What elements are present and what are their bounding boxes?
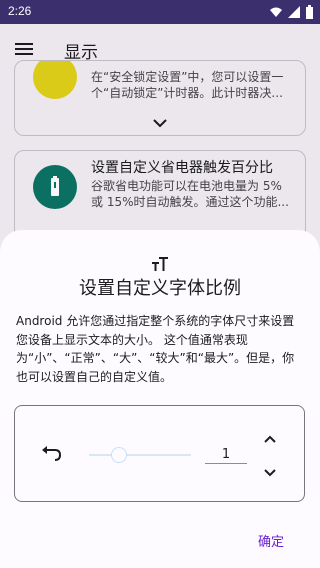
font-scale-control: 1 — [14, 405, 305, 502]
signal-icon — [288, 6, 300, 18]
status-bar: 2:26 — [0, 0, 320, 24]
status-icons — [269, 5, 314, 19]
font-scale-sheet: 设置自定义字体比例 Android 允许您通过指定整个系统的字体尺寸来设置您设备… — [0, 230, 320, 568]
wifi-icon — [270, 7, 282, 17]
font-scale-input[interactable]: 1 — [205, 447, 247, 464]
chevron-up-icon[interactable] — [263, 434, 277, 444]
chevron-down-icon[interactable] — [263, 468, 277, 478]
font-size-icon — [152, 257, 168, 271]
sheet-title: 设置自定义字体比例 — [79, 278, 241, 299]
font-scale-slider[interactable] — [89, 454, 191, 456]
confirm-button[interactable]: 确定 — [258, 531, 284, 550]
undo-icon[interactable] — [41, 445, 61, 461]
battery-status-icon — [306, 5, 313, 19]
status-time: 2:26 — [8, 4, 32, 18]
sheet-description: Android 允许您通过指定整个系统的字体尺寸来设置您设备上显示文本的大小。 … — [16, 314, 295, 384]
slider-thumb[interactable] — [111, 447, 127, 463]
